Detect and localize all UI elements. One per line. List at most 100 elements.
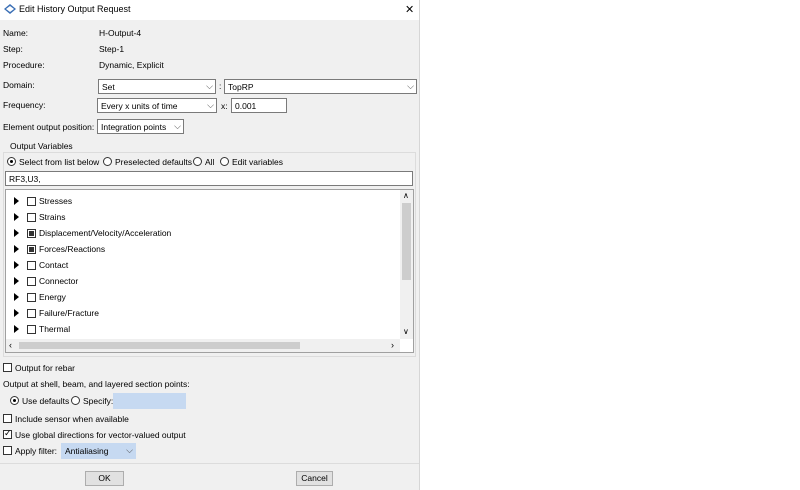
radio-use-defaults-label: Use defaults (22, 396, 70, 406)
step-value: Step-1 (99, 44, 125, 54)
horizontal-scroll-thumb[interactable] (19, 342, 300, 349)
domain-select-value: Set (102, 82, 115, 92)
section-points-label: Output at shell, beam, and layered secti… (3, 379, 190, 389)
set-select[interactable]: TopRP ⌵ (224, 79, 417, 94)
element-output-label: Element output position: (3, 122, 95, 132)
thermal-checkbox[interactable] (27, 325, 36, 334)
expand-triangle-icon[interactable] (14, 245, 19, 253)
tree-row[interactable]: Energy (6, 291, 401, 305)
domain-label: Domain: (3, 80, 35, 90)
stresses-checkbox[interactable] (27, 197, 36, 206)
button-divider (0, 463, 419, 464)
filter-select[interactable]: Antialiasing ⌵ (61, 443, 136, 459)
ok-button[interactable]: OK (85, 471, 124, 486)
radio-select-from-list-label: Select from list below (19, 157, 100, 167)
tree-row-label: Strains (39, 212, 66, 222)
domain-separator: : (219, 81, 222, 91)
radio-all-label: All (205, 157, 215, 167)
expand-triangle-icon[interactable] (14, 213, 19, 221)
radio-select-from-list[interactable] (7, 157, 16, 166)
output-variables-text-input[interactable]: RF3,U3, (5, 171, 413, 186)
rebar-checkbox[interactable] (3, 363, 12, 372)
radio-preselected-defaults[interactable] (103, 157, 112, 166)
close-icon[interactable]: ✕ (405, 3, 414, 16)
procedure-value: Dynamic, Explicit (99, 60, 164, 70)
abaqus-icon (4, 4, 16, 16)
filter-checkbox[interactable] (3, 446, 12, 455)
element-output-select[interactable]: Integration points ⌵ (97, 119, 184, 134)
radio-edit-variables-label: Edit variables (232, 157, 284, 167)
global-directions-label: Use global directions for vector-valued … (15, 430, 186, 440)
radio-specify-label: Specify: (83, 396, 114, 406)
global-directions-checkbox[interactable] (3, 428, 12, 439)
procedure-label: Procedure: (3, 60, 45, 70)
frequency-select[interactable]: Every x units of time ⌵ (97, 98, 217, 113)
expand-triangle-icon[interactable] (14, 309, 19, 317)
chevron-down-icon: ⌵ (174, 121, 181, 131)
tree-row[interactable]: Failure/Fracture (6, 307, 401, 321)
expand-triangle-icon[interactable] (14, 277, 19, 285)
strains-checkbox[interactable] (27, 213, 36, 222)
vertical-scrollbar[interactable]: ∧ ∨ (400, 190, 413, 339)
tree-row[interactable]: Displacement/Velocity/Acceleration (6, 227, 401, 241)
expand-triangle-icon[interactable] (14, 293, 19, 301)
forces-reactions-checkbox[interactable] (27, 245, 36, 254)
tree-row-label: Displacement/Velocity/Acceleration (39, 228, 172, 238)
rebar-label: Output for rebar (15, 363, 76, 373)
expand-triangle-icon[interactable] (14, 325, 19, 333)
radio-all[interactable] (193, 157, 202, 166)
tree-row[interactable]: Contact (6, 259, 401, 273)
contact-checkbox[interactable] (27, 261, 36, 270)
tree-row[interactable]: Connector (6, 275, 401, 289)
radio-use-defaults[interactable] (10, 396, 19, 405)
scroll-left-icon[interactable]: ‹ (9, 340, 12, 350)
tree-row-label: Failure/Fracture (39, 308, 99, 318)
name-value: H-Output-4 (99, 28, 142, 38)
horizontal-scrollbar[interactable]: ‹ › (6, 339, 400, 352)
tree-row[interactable]: Strains (6, 211, 401, 225)
step-label: Step: (3, 44, 23, 54)
tree-row-label: Contact (39, 260, 69, 270)
tree-row-label: Forces/Reactions (39, 244, 106, 254)
radio-edit-variables[interactable] (220, 157, 229, 166)
chevron-down-icon: ⌵ (407, 81, 414, 91)
failure-fracture-checkbox[interactable] (27, 309, 36, 318)
scroll-up-icon[interactable]: ∧ (403, 191, 409, 200)
output-variables-title: Output Variables (8, 141, 75, 151)
filter-select-value: Antialiasing (65, 446, 109, 456)
title-bar: Edit History Output Request ✕ (0, 0, 419, 20)
cancel-button[interactable]: Cancel (296, 471, 333, 486)
filter-label: Apply filter: (15, 446, 58, 456)
tree-row[interactable]: Stresses (6, 195, 401, 209)
frequency-x-value: 0.001 (235, 101, 257, 111)
radio-preselected-defaults-label: Preselected defaults (115, 157, 193, 167)
sensor-checkbox[interactable] (3, 414, 12, 423)
specify-input[interactable] (113, 393, 186, 409)
frequency-select-value: Every x units of time (101, 101, 178, 111)
scroll-right-icon[interactable]: › (391, 340, 394, 350)
tree-row-label: Energy (39, 292, 66, 302)
frequency-x-input[interactable]: 0.001 (231, 98, 287, 113)
scroll-down-icon[interactable]: ∨ (403, 327, 409, 336)
frequency-x-label: x: (221, 101, 228, 111)
name-label: Name: (3, 28, 29, 38)
tree-row-label: Thermal (39, 324, 71, 334)
domain-select[interactable]: Set ⌵ (98, 79, 216, 94)
displacement-checkbox[interactable] (27, 229, 36, 238)
connector-checkbox[interactable] (27, 277, 36, 286)
chevron-down-icon: ⌵ (126, 445, 133, 455)
chevron-down-icon: ⌵ (207, 100, 214, 110)
tree-row-label: Stresses (39, 196, 73, 206)
vertical-scroll-thumb[interactable] (402, 203, 411, 280)
tree-row[interactable]: Forces/Reactions (6, 243, 401, 257)
expand-triangle-icon[interactable] (14, 197, 19, 205)
edit-history-output-dialog: Edit History Output Request ✕ Name: H-Ou… (0, 0, 420, 490)
expand-triangle-icon[interactable] (14, 261, 19, 269)
radio-specify[interactable] (71, 396, 80, 405)
chevron-down-icon: ⌵ (206, 81, 213, 91)
window-title: Edit History Output Request (19, 4, 131, 14)
output-variables-tree[interactable]: Stresses Strains Displacement/Velocity/A… (5, 189, 414, 353)
energy-checkbox[interactable] (27, 293, 36, 302)
tree-row[interactable]: Thermal (6, 323, 401, 337)
expand-triangle-icon[interactable] (14, 229, 19, 237)
